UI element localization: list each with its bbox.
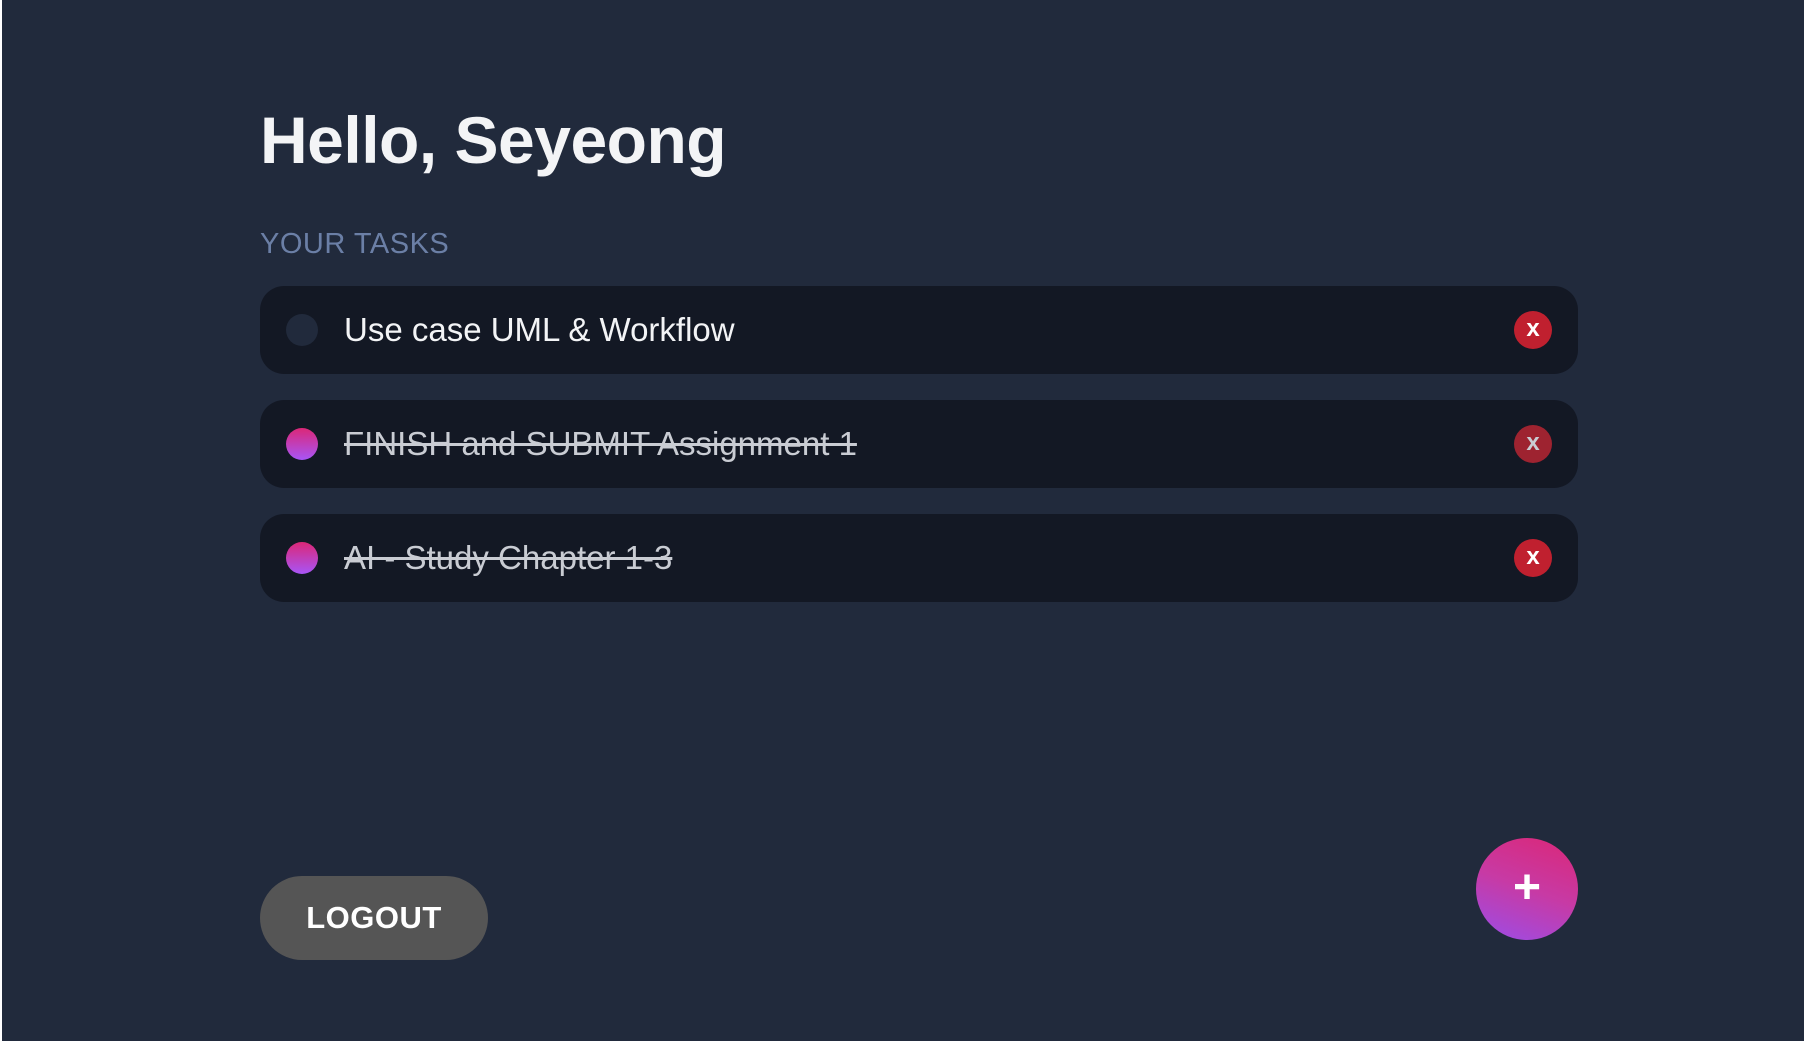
delete-task-button[interactable]: x (1514, 311, 1552, 349)
add-task-button[interactable]: + (1476, 838, 1578, 940)
task-item: AI - Study Chapter 1-3 x (260, 514, 1578, 602)
task-text: Use case UML & Workflow (344, 311, 735, 348)
tasks-section-label: YOUR TASKS (260, 228, 450, 260)
task-text: AI - Study Chapter 1-3 (344, 539, 673, 576)
task-checkbox-icon[interactable] (286, 314, 318, 346)
window-edge (0, 0, 2, 1041)
logout-button[interactable]: LOGOUT (260, 876, 488, 960)
task-list: Use case UML & Workflow x FINISH and SUB… (260, 286, 1578, 628)
page-title: Hello, Seyeong (260, 103, 727, 177)
delete-task-button[interactable]: x (1514, 425, 1552, 463)
delete-task-button[interactable]: x (1514, 539, 1552, 577)
main-content: Hello, Seyeong YOUR TASKS Use case UML &… (260, 0, 1578, 1041)
task-item: Use case UML & Workflow x (260, 286, 1578, 374)
task-item: FINISH and SUBMIT Assignment 1 x (260, 400, 1578, 488)
task-checkbox-icon[interactable] (286, 428, 318, 460)
task-checkbox-icon[interactable] (286, 542, 318, 574)
task-text: FINISH and SUBMIT Assignment 1 (344, 425, 857, 462)
